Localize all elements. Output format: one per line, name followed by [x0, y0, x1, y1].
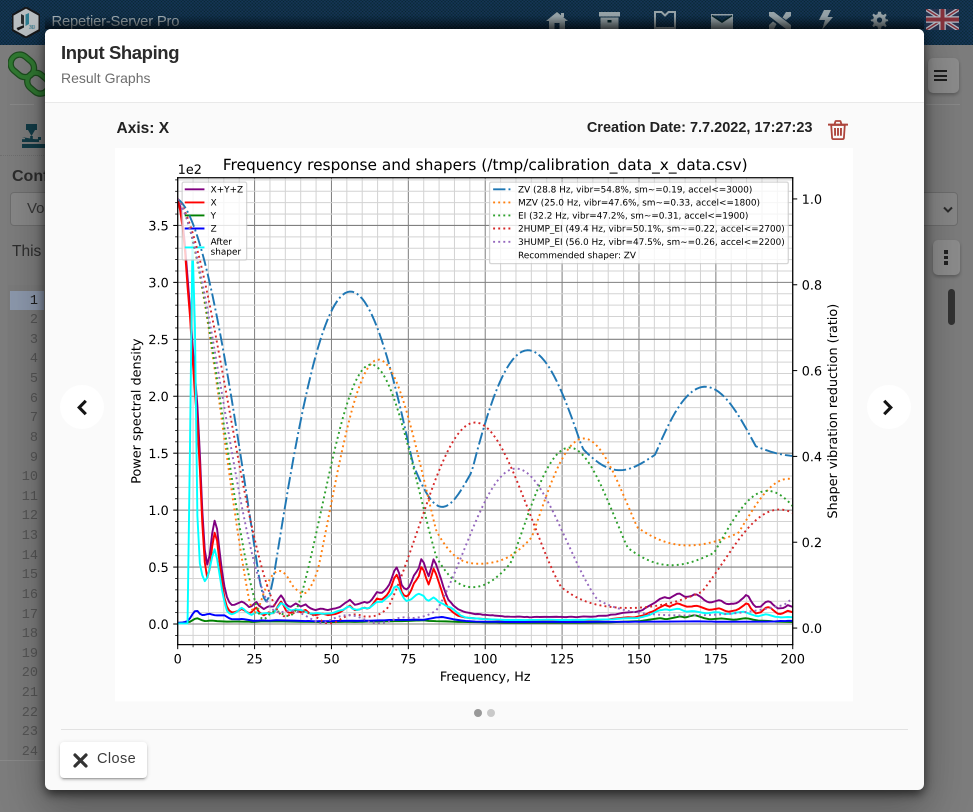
- svg-text:3D: 3D: [29, 25, 36, 31]
